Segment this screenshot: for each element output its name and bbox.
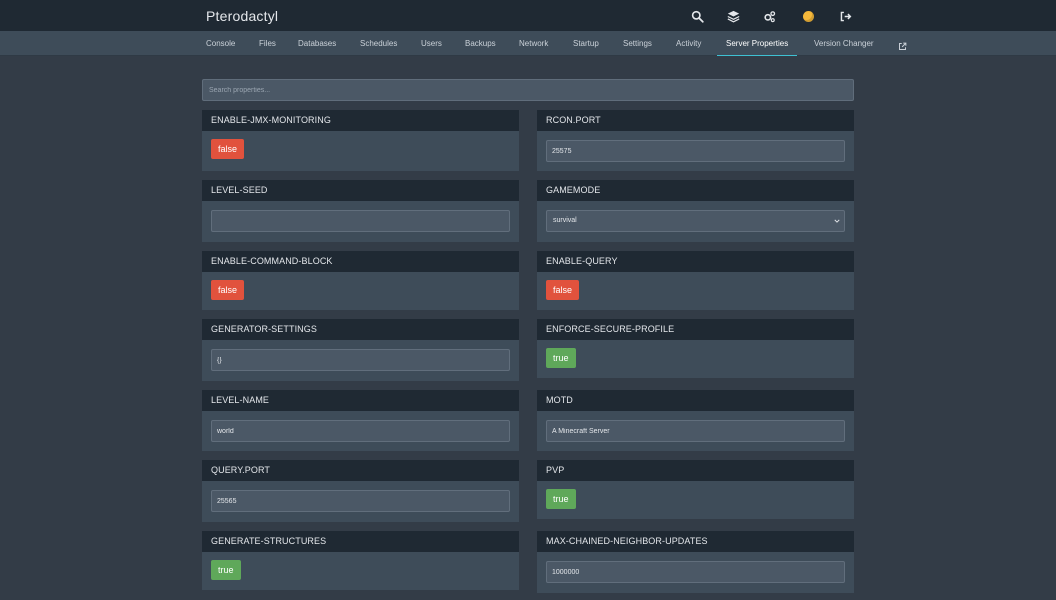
- gamemode-select[interactable]: survival: [546, 210, 845, 232]
- property-name: GAMEMODE: [537, 180, 854, 201]
- tab-files[interactable]: Files: [259, 31, 276, 56]
- property-card-rcon-port: RCON.PORT: [537, 110, 854, 171]
- property-name: ENFORCE-SECURE-PROFILE: [537, 319, 854, 340]
- top-bar: Pterodactyl: [0, 0, 1056, 31]
- property-card-gamemode: GAMEMODE survival: [537, 180, 854, 242]
- property-name: PVP: [537, 460, 854, 481]
- property-name: ENABLE-QUERY: [537, 251, 854, 272]
- tab-activity[interactable]: Activity: [676, 31, 701, 56]
- boolean-toggle-false[interactable]: false: [546, 280, 580, 300]
- property-name: GENERATOR-SETTINGS: [202, 319, 519, 340]
- property-name: MAX-CHAINED-NEIGHBOR-UPDATES: [537, 531, 854, 552]
- boolean-toggle-false[interactable]: false: [211, 139, 245, 159]
- property-value-input[interactable]: [211, 349, 510, 371]
- property-name: ENABLE-COMMAND-BLOCK: [202, 251, 519, 272]
- boolean-toggle-true[interactable]: true: [211, 560, 241, 580]
- search-properties-input[interactable]: [202, 79, 854, 101]
- sign-out-icon[interactable]: [837, 8, 853, 24]
- boolean-toggle-true[interactable]: true: [546, 489, 576, 509]
- boolean-toggle-true[interactable]: true: [546, 348, 576, 368]
- property-value-input[interactable]: [546, 561, 845, 583]
- property-card-enable-jmx-monitoring: ENABLE-JMX-MONITORING false: [202, 110, 519, 171]
- property-card-level-seed: LEVEL-SEED: [202, 180, 519, 242]
- tab-databases[interactable]: Databases: [298, 31, 336, 56]
- property-name: RCON.PORT: [537, 110, 854, 131]
- tab-version-changer[interactable]: Version Changer: [814, 31, 874, 56]
- property-value-input[interactable]: [211, 420, 510, 442]
- tab-startup[interactable]: Startup: [573, 31, 599, 56]
- property-card-enable-command-block: ENABLE-COMMAND-BLOCK false: [202, 251, 519, 310]
- property-card-query-port: QUERY.PORT: [202, 460, 519, 522]
- property-name: GENERATE-STRUCTURES: [202, 531, 519, 552]
- property-name: LEVEL-SEED: [202, 180, 519, 201]
- property-card-generator-settings: GENERATOR-SETTINGS: [202, 319, 519, 381]
- property-card-enforce-secure-profile: ENFORCE-SECURE-PROFILE true: [537, 319, 854, 378]
- boolean-toggle-false[interactable]: false: [211, 280, 245, 300]
- search-icon[interactable]: [689, 8, 705, 24]
- tab-server-properties[interactable]: Server Properties: [717, 31, 798, 56]
- tab-network[interactable]: Network: [519, 31, 548, 56]
- property-value-input[interactable]: [211, 490, 510, 512]
- selected-value: survival: [553, 217, 577, 224]
- property-name: ENABLE-JMX-MONITORING: [202, 110, 519, 131]
- server-subnav: Console Files Databases Schedules Users …: [0, 31, 1056, 56]
- layers-icon[interactable]: [725, 8, 741, 24]
- property-card-pvp: PVP true: [537, 460, 854, 519]
- tab-users[interactable]: Users: [421, 31, 442, 56]
- avatar-icon[interactable]: [800, 8, 816, 24]
- property-card-enable-query: ENABLE-QUERY false: [537, 251, 854, 310]
- property-card-level-name: LEVEL-NAME: [202, 390, 519, 451]
- tab-backups[interactable]: Backups: [465, 31, 496, 56]
- tab-console[interactable]: Console: [206, 31, 235, 56]
- property-value-input[interactable]: [546, 140, 845, 162]
- property-card-motd: MOTD: [537, 390, 854, 451]
- tab-settings[interactable]: Settings: [623, 31, 652, 56]
- property-value-input[interactable]: [211, 210, 510, 232]
- property-card-max-chained-neighbor-updates: MAX-CHAINED-NEIGHBOR-UPDATES: [537, 531, 854, 593]
- chevron-down-icon: [834, 219, 840, 223]
- property-name: MOTD: [537, 390, 854, 411]
- property-value-input[interactable]: [546, 420, 845, 442]
- property-name: QUERY.PORT: [202, 460, 519, 481]
- property-card-generate-structures: GENERATE-STRUCTURES true: [202, 531, 519, 590]
- app-title[interactable]: Pterodactyl: [206, 8, 278, 24]
- external-link-icon[interactable]: [898, 38, 908, 50]
- cogs-icon[interactable]: [761, 8, 777, 24]
- tab-schedules[interactable]: Schedules: [360, 31, 397, 56]
- property-name: LEVEL-NAME: [202, 390, 519, 411]
